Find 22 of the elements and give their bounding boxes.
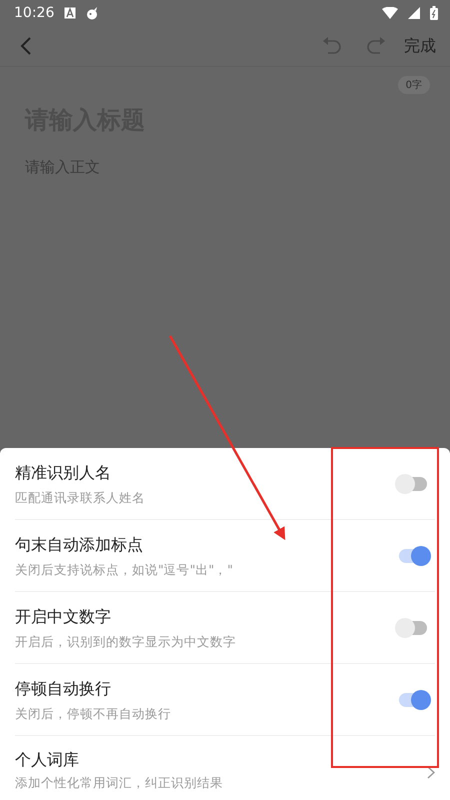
setting-description: 开启后，识别到的数字显示为中文数字: [15, 634, 237, 650]
setting-title: 开启中文数字: [15, 606, 112, 628]
back-button[interactable]: [20, 37, 32, 55]
setting-description: 添加个性化常用词汇，纠正识别结果: [15, 775, 224, 792]
done-button[interactable]: 完成: [404, 36, 436, 56]
notification-icon: [64, 7, 76, 19]
setting-description: 关闭后支持说标点，如说"逗号"出"，": [15, 562, 234, 578]
setting-title: 句末自动添加标点: [15, 534, 144, 556]
setting-description: 关闭后，停顿不再自动换行: [15, 706, 172, 722]
setting-description: 匹配通讯录联系人姓名: [15, 490, 146, 506]
undo-button[interactable]: [322, 37, 342, 55]
chevron-right-icon[interactable]: [427, 766, 435, 779]
status-time: 10:26: [14, 5, 54, 21]
word-count: 0字: [398, 76, 430, 94]
redo-button[interactable]: [366, 37, 386, 55]
setting-title: 个人词库: [15, 750, 80, 771]
wifi-icon: [382, 7, 398, 19]
bird-icon: [86, 6, 100, 20]
battery-icon: [430, 6, 438, 20]
setting-title: 停顿自动换行: [15, 678, 112, 700]
signal-icon: [408, 7, 420, 19]
setting-title: 精准识别人名: [15, 462, 112, 484]
